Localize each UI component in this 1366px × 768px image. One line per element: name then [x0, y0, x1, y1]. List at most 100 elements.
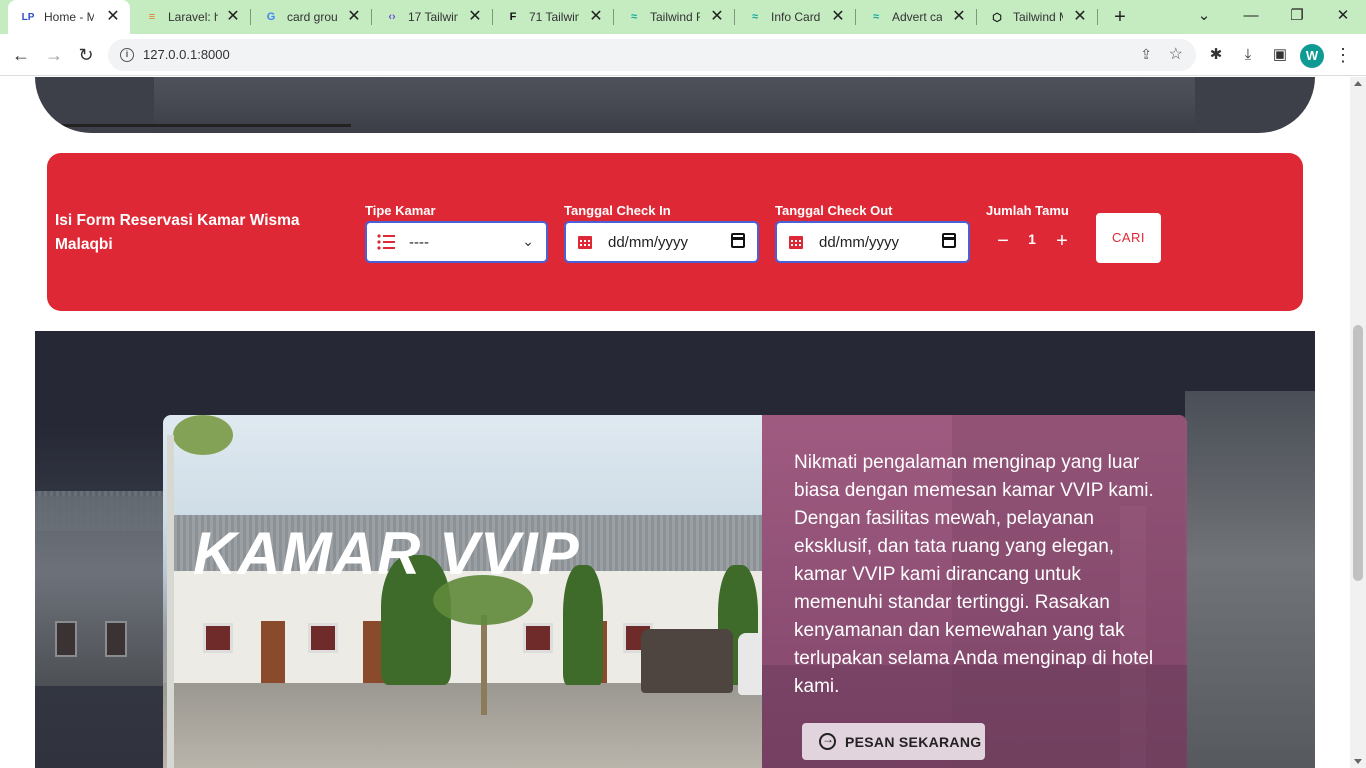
- check-in-date-input[interactable]: dd/mm/yyyy: [564, 221, 759, 263]
- back-icon[interactable]: ←: [8, 42, 34, 68]
- download-icon[interactable]: ⤓: [1238, 45, 1258, 65]
- arrow-circle-right-icon: [819, 732, 836, 750]
- tab-card-group[interactable]: G card group ✕: [251, 0, 371, 34]
- background-window: [55, 621, 77, 657]
- browser-tab-strip: LP Home - M ✕ ≡ Laravel: ho ✕ G card gro…: [0, 0, 1366, 34]
- search-button[interactable]: CARI: [1096, 213, 1161, 263]
- list-icon: [377, 234, 395, 250]
- page-viewport: Isi Form Reservasi Kamar Wisma Malaqbi T…: [0, 77, 1350, 768]
- close-tab-icon[interactable]: ✕: [104, 8, 122, 26]
- slider-progress-bar[interactable]: [59, 124, 351, 127]
- tab-separator: [1097, 9, 1098, 25]
- book-now-button[interactable]: PESAN SEKARANG: [802, 723, 985, 760]
- side-panel-icon[interactable]: ▣: [1270, 45, 1290, 65]
- check-in-value: dd/mm/yyyy: [608, 234, 689, 251]
- page-scrollbar[interactable]: [1350, 77, 1366, 768]
- close-tab-icon[interactable]: ✕: [345, 8, 363, 26]
- url-text[interactable]: 127.0.0.1:8000: [143, 47, 230, 62]
- tab-tailwind-re[interactable]: ≈ Tailwind Re ✕: [614, 0, 734, 34]
- background-building-right: [1185, 391, 1315, 768]
- tailwind-icon: ≈: [872, 11, 880, 23]
- photo-ground: [163, 683, 762, 768]
- hero-slider: [35, 77, 1315, 133]
- tab-71-tailwind[interactable]: F 71 Tailwind ✕: [493, 0, 613, 34]
- photo-pole: [167, 435, 174, 768]
- guests-stepper: − 1 +: [987, 225, 1073, 257]
- close-tab-icon[interactable]: ✕: [950, 8, 968, 26]
- photo-door: [261, 621, 285, 683]
- tab-17-tailwind[interactable]: ‹› 17 Tailwind ✕: [372, 0, 492, 34]
- scrollbar-thumb[interactable]: [1353, 325, 1363, 581]
- decrement-button[interactable]: −: [992, 229, 1014, 253]
- book-now-label: PESAN SEKARANG: [845, 733, 982, 750]
- tab-info-card[interactable]: ≈ Info Card - ✕: [735, 0, 855, 34]
- scroll-up-arrow-icon[interactable]: [1354, 81, 1362, 86]
- tab-home[interactable]: LP Home - M ✕: [8, 0, 130, 34]
- extensions-icon[interactable]: ✱: [1206, 45, 1226, 65]
- scroll-down-arrow-icon[interactable]: [1354, 759, 1362, 764]
- close-tab-icon[interactable]: ✕: [466, 8, 484, 26]
- address-bar: ← → ↻ i 127.0.0.1:8000 ⇪ ☆ ✱ ⤓ ▣ W ⋮: [0, 34, 1366, 76]
- calendar-icon: [578, 236, 592, 249]
- vvip-title: KAMAR VVIP: [193, 520, 580, 587]
- tailwind-icon: ≈: [751, 11, 759, 23]
- restore-icon[interactable]: ❐: [1284, 4, 1310, 28]
- close-tab-icon[interactable]: ✕: [224, 8, 242, 26]
- tab-advert-card[interactable]: ≈ Advert car ✕: [856, 0, 976, 34]
- photo-window: [308, 623, 338, 653]
- f-icon: F: [509, 11, 517, 23]
- stackoverflow-icon: ≡: [148, 11, 156, 23]
- reservation-intro: Isi Form Reservasi Kamar Wisma Malaqbi: [55, 212, 300, 253]
- guests-count[interactable]: 1: [1025, 231, 1039, 247]
- calendar-icon: [789, 236, 803, 249]
- background-building: [35, 496, 165, 686]
- share-icon[interactable]: ⇪: [1140, 46, 1152, 63]
- guests-label: Jumlah Tamu: [986, 203, 1069, 218]
- close-tab-icon[interactable]: ✕: [829, 8, 847, 26]
- room-type-label: Tipe Kamar: [365, 203, 436, 218]
- new-tab-button[interactable]: +: [1109, 6, 1131, 28]
- check-in-label: Tanggal Check In: [564, 203, 671, 218]
- reservation-form: Isi Form Reservasi Kamar Wisma Malaqbi T…: [47, 153, 1303, 311]
- vvip-description: Nikmati pengalaman menginap yang luar bi…: [794, 452, 1154, 697]
- tab-laravel[interactable]: ≡ Laravel: ho ✕: [132, 0, 250, 34]
- vvip-card: KAMAR VVIP Nikmati pengalaman menginap y…: [163, 415, 1187, 768]
- photo-car: [738, 633, 762, 695]
- photo-window: [523, 623, 553, 653]
- increment-button[interactable]: +: [1051, 229, 1073, 253]
- laravel-lp-icon: LP: [21, 11, 35, 23]
- minimize-icon[interactable]: —: [1238, 4, 1264, 28]
- close-tab-icon[interactable]: ✕: [1071, 8, 1089, 26]
- check-out-date-input[interactable]: dd/mm/yyyy: [775, 221, 970, 263]
- vvip-section: KAMAR VVIP Nikmati pengalaman menginap y…: [35, 331, 1315, 768]
- photo-window: [203, 623, 233, 653]
- check-out-value: dd/mm/yyyy: [819, 234, 900, 251]
- close-tab-icon[interactable]: ✕: [587, 8, 605, 26]
- date-picker-icon[interactable]: [731, 233, 745, 248]
- room-type-value: ----: [409, 234, 429, 251]
- site-info-icon[interactable]: i: [120, 48, 134, 62]
- photo-car: [641, 629, 733, 693]
- vvip-photo: KAMAR VVIP: [163, 415, 762, 768]
- photo-palm-trunk: [481, 615, 487, 715]
- code-icon: ‹›: [388, 11, 396, 23]
- tailwind-ui-icon: ⬡: [992, 11, 1002, 24]
- tab-tailwind-m[interactable]: ⬡ Tailwind M ✕: [977, 0, 1097, 34]
- vvip-panel: Nikmati pengalaman menginap yang luar bi…: [762, 415, 1187, 768]
- forward-icon[interactable]: →: [41, 42, 67, 68]
- reload-icon[interactable]: ↻: [73, 42, 99, 68]
- check-out-label: Tanggal Check Out: [775, 203, 893, 218]
- chevron-down-icon: ⌄: [522, 233, 534, 249]
- tailwind-icon: ≈: [630, 11, 638, 23]
- room-type-select[interactable]: ---- ⌄: [365, 221, 548, 263]
- photo-palm-leaves: [173, 415, 233, 455]
- url-omnibox[interactable]: i 127.0.0.1:8000 ⇪ ☆: [108, 39, 1196, 71]
- close-window-icon[interactable]: ✕: [1330, 4, 1356, 28]
- close-tab-icon[interactable]: ✕: [708, 8, 726, 26]
- menu-kebab-icon[interactable]: ⋮: [1334, 42, 1352, 68]
- tab-search-icon[interactable]: ⌄: [1191, 4, 1217, 28]
- bookmark-star-icon[interactable]: ☆: [1169, 44, 1183, 64]
- profile-avatar[interactable]: W: [1300, 44, 1324, 68]
- google-icon: G: [266, 11, 276, 23]
- date-picker-icon[interactable]: [942, 233, 956, 248]
